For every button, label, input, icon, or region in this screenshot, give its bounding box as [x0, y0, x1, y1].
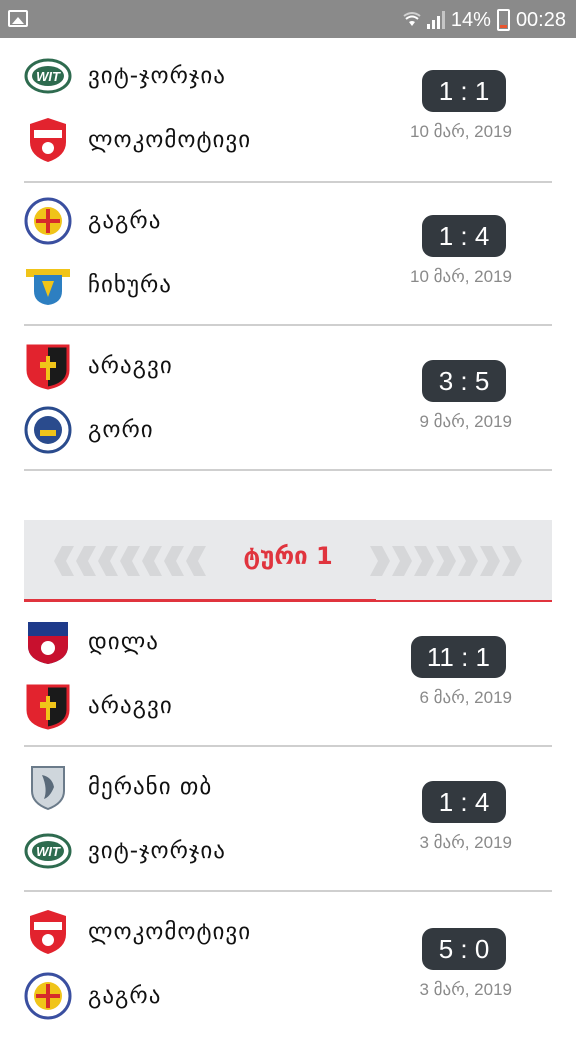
round-title: ტური 1	[243, 542, 333, 570]
team-name: ლოკომოტივი	[88, 919, 252, 945]
away-team: WIT ვიტ-ჯორჯია	[24, 825, 226, 877]
dila-logo-icon	[24, 618, 72, 666]
team-name: ჩიხურა	[88, 272, 172, 298]
merani-logo-icon	[24, 763, 72, 811]
signal-icon	[426, 11, 445, 29]
aragvi-logo-icon	[24, 682, 72, 730]
image-notification-icon	[8, 10, 28, 27]
gori-logo-icon	[24, 406, 72, 454]
home-team: ლოკომოტივი	[24, 906, 251, 958]
chikhura-logo-icon	[24, 261, 72, 309]
aragvi-logo-icon	[24, 342, 72, 390]
wifi-icon	[403, 12, 421, 26]
match-card[interactable]: დილა არაგვი 11 : 1 6 მარ, 2019	[24, 602, 552, 747]
home-team: გაგრა	[24, 195, 161, 247]
home-team: მერანი თბ	[24, 761, 212, 813]
away-team: ლოკომოტივი	[24, 114, 251, 166]
team-name: ლოკომოტივი	[88, 127, 252, 153]
witgeorgia-logo-icon: WIT	[24, 52, 72, 100]
score-badge: 5 : 0	[422, 928, 506, 970]
away-team: არაგვი	[24, 680, 173, 732]
svg-text:WIT: WIT	[36, 69, 61, 84]
score-badge: 1 : 1	[422, 70, 506, 112]
battery-percent: 14%	[450, 8, 491, 31]
away-team: გორი	[24, 404, 154, 456]
team-name: გაგრა	[88, 983, 162, 1009]
lokomotivi-logo-icon	[24, 908, 72, 956]
battery-icon	[496, 9, 510, 31]
match-card[interactable]: არაგვი გორი 3 : 5 9 მარ, 2019	[24, 326, 552, 471]
team-name: ვიტ-ჯორჯია	[88, 63, 226, 89]
home-team: დილა	[24, 616, 159, 668]
score-badge: 1 : 4	[422, 215, 506, 257]
match-card[interactable]: გაგრა ჩიხურა 1 : 4 10 მარ, 2019	[24, 181, 552, 326]
home-team: არაგვი	[24, 340, 173, 392]
home-team: WIT ვიტ-ჯორჯია	[24, 50, 226, 102]
team-name: ვიტ-ჯორჯია	[88, 838, 226, 864]
match-date: 10 მარ, 2019	[410, 267, 512, 286]
match-date: 3 მარ, 2019	[419, 980, 513, 999]
match-card[interactable]: მერანი თბ WIT ვიტ-ჯორჯია 1 : 4 3 მარ, 20…	[24, 747, 552, 892]
away-team: გაგრა	[24, 970, 161, 1022]
team-name: არაგვი	[88, 693, 173, 719]
status-bar: 14% 00:28	[0, 0, 576, 38]
clock: 00:28	[515, 8, 566, 31]
match-date: 10 მარ, 2019	[410, 122, 512, 141]
match-card[interactable]: ლოკომოტივი გაგრა 5 : 0 3 მარ, 2019	[24, 892, 552, 1037]
away-team: ჩიხურა	[24, 259, 172, 311]
score-badge: 11 : 1	[410, 636, 506, 678]
team-name: გორი	[88, 417, 154, 443]
score-badge: 1 : 4	[422, 781, 506, 823]
match-card[interactable]: WIT ვიტ-ჯორჯია ლოკომოტივი 1 : 1 10 მარ, …	[24, 38, 552, 183]
round-header[interactable]: ტური 1	[24, 520, 552, 602]
team-name: გაგრა	[88, 208, 162, 234]
status-indicators: 14% 00:28	[403, 7, 566, 33]
score-badge: 3 : 5	[422, 360, 506, 402]
team-name: დილა	[88, 629, 159, 655]
match-date: 3 მარ, 2019	[419, 833, 513, 852]
gagra-logo-icon	[24, 197, 72, 245]
gagra-logo-icon	[24, 972, 72, 1020]
svg-text:WIT: WIT	[36, 844, 61, 859]
lokomotivi-logo-icon	[24, 116, 72, 164]
team-name: მერანი თბ	[88, 774, 213, 800]
match-date: 6 მარ, 2019	[419, 688, 513, 707]
team-name: არაგვი	[88, 353, 173, 379]
witgeorgia-logo-icon: WIT	[24, 827, 72, 875]
match-date: 9 მარ, 2019	[419, 412, 513, 431]
